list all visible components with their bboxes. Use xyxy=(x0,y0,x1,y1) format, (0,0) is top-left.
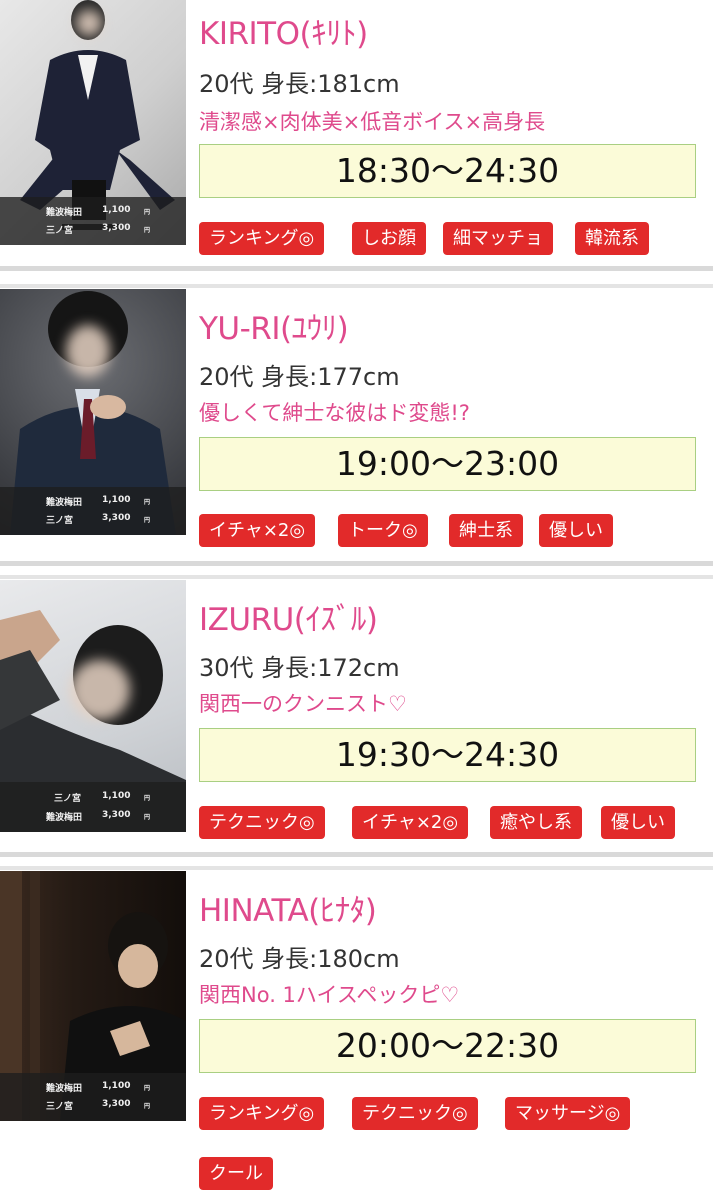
cast-card[interactable]: 難波梅田 1,100 円 三ノ宮 3,300 円 YU-RI(ﾕｳﾘ) 20代 … xyxy=(0,289,713,561)
price-area-label: 難波梅田 xyxy=(46,208,83,218)
price-amount: 1,100 xyxy=(102,205,131,215)
cast-catchphrase: 優しくて紳士な彼はド変態!? xyxy=(199,401,470,425)
tag-badge: クール xyxy=(199,1157,273,1190)
price-amount: 3,300 xyxy=(102,810,131,820)
price-area-label: 三ノ宮 xyxy=(46,1102,74,1112)
price-area-label: 三ノ宮 xyxy=(46,516,74,526)
cast-card[interactable]: 難波梅田 1,100 円 三ノ宮 3,300 円 KIRITO(ｷﾘﾄ) 20代… xyxy=(0,0,713,266)
tag-badge: 韓流系 xyxy=(575,222,649,255)
price-amount: 3,300 xyxy=(102,1099,131,1109)
price-area-label: 難波梅田 xyxy=(46,498,83,508)
card-divider xyxy=(0,561,713,566)
tag-badge: トーク◎ xyxy=(338,514,428,547)
price-area-label: 難波梅田 xyxy=(46,1084,83,1094)
price-unit: 円 xyxy=(144,227,151,234)
cast-stats: 20代 身長:181cm xyxy=(199,70,400,98)
tag-badge: 癒やし系 xyxy=(490,806,582,839)
price-band: 三ノ宮 1,100 円 難波梅田 3,300 円 xyxy=(0,782,186,832)
price-area-label: 三ノ宮 xyxy=(46,226,74,236)
card-divider xyxy=(0,284,713,288)
tag-badge: 優しい xyxy=(539,514,613,547)
cast-stats: 20代 身長:177cm xyxy=(199,363,400,391)
card-divider xyxy=(0,266,713,271)
card-divider xyxy=(0,575,713,579)
price-unit: 円 xyxy=(144,209,151,216)
price-band: 難波梅田 1,100 円 三ノ宮 3,300 円 xyxy=(0,1073,186,1121)
cast-catchphrase: 関西No. 1ハイスペックピ♡ xyxy=(199,983,460,1007)
price-amount: 3,300 xyxy=(102,513,131,523)
price-unit: 円 xyxy=(144,1085,151,1092)
cast-name[interactable]: IZURU(ｲｽﾞﾙ) xyxy=(199,594,378,639)
tag-badge: ランキング◎ xyxy=(199,222,325,255)
price-amount: 1,100 xyxy=(102,1081,131,1091)
work-hours: 19:00〜23:00 xyxy=(199,437,696,491)
cast-card[interactable]: 三ノ宮 1,100 円 難波梅田 3,300 円 IZURU(ｲｽﾞﾙ) 30代… xyxy=(0,580,713,852)
price-unit: 円 xyxy=(144,499,151,506)
tag-badge: マッサージ◎ xyxy=(505,1097,631,1130)
price-unit: 円 xyxy=(144,814,151,821)
work-hours: 18:30〜24:30 xyxy=(199,144,696,198)
tag-badge: 優しい xyxy=(601,806,675,839)
price-amount: 1,100 xyxy=(102,791,131,801)
price-band: 難波梅田 1,100 円 三ノ宮 3,300 円 xyxy=(0,487,186,535)
price-unit: 円 xyxy=(144,795,151,802)
work-hours: 19:30〜24:30 xyxy=(199,728,696,782)
tag-badge: しお顔 xyxy=(352,222,426,255)
tag-badge: イチャ×2◎ xyxy=(352,806,469,839)
cast-photo[interactable]: 難波梅田 1,100 円 三ノ宮 3,300 円 xyxy=(0,871,186,1121)
cast-photo[interactable]: 難波梅田 1,100 円 三ノ宮 3,300 円 xyxy=(0,0,186,245)
cast-photo[interactable]: 難波梅田 1,100 円 三ノ宮 3,300 円 xyxy=(0,289,186,535)
price-amount: 3,300 xyxy=(102,223,131,233)
cast-name[interactable]: HINATA(ﾋﾅﾀ) xyxy=(199,885,377,930)
price-area-label: 三ノ宮 xyxy=(54,794,82,804)
cast-catchphrase: 清潔感×肉体美×低音ボイス×高身長 xyxy=(199,110,546,134)
tag-badge: 細マッチョ xyxy=(443,222,553,255)
cast-stats: 30代 身長:172cm xyxy=(199,654,400,682)
price-unit: 円 xyxy=(144,517,151,524)
tag-badge: 紳士系 xyxy=(449,514,523,547)
work-hours: 20:00〜22:30 xyxy=(199,1019,696,1073)
cast-photo[interactable]: 三ノ宮 1,100 円 難波梅田 3,300 円 xyxy=(0,580,186,832)
cast-catchphrase: 関西一のクンニスト♡ xyxy=(199,692,407,716)
tag-badge: テクニック◎ xyxy=(352,1097,478,1130)
tag-badge: イチャ×2◎ xyxy=(199,514,316,547)
cast-name[interactable]: KIRITO(ｷﾘﾄ) xyxy=(199,8,368,53)
cast-name[interactable]: YU-RI(ﾕｳﾘ) xyxy=(199,303,349,348)
price-area-label: 難波梅田 xyxy=(46,813,83,823)
card-divider xyxy=(0,852,713,857)
price-unit: 円 xyxy=(144,1103,151,1110)
price-band: 難波梅田 1,100 円 三ノ宮 3,300 円 xyxy=(0,197,186,245)
card-divider xyxy=(0,866,713,870)
cast-card[interactable]: 難波梅田 1,100 円 三ノ宮 3,300 円 HINATA(ﾋﾅﾀ) 20代… xyxy=(0,871,713,1200)
tag-badge: テクニック◎ xyxy=(199,806,325,839)
tag-badge: ランキング◎ xyxy=(199,1097,325,1130)
price-amount: 1,100 xyxy=(102,495,131,505)
cast-stats: 20代 身長:180cm xyxy=(199,945,400,973)
